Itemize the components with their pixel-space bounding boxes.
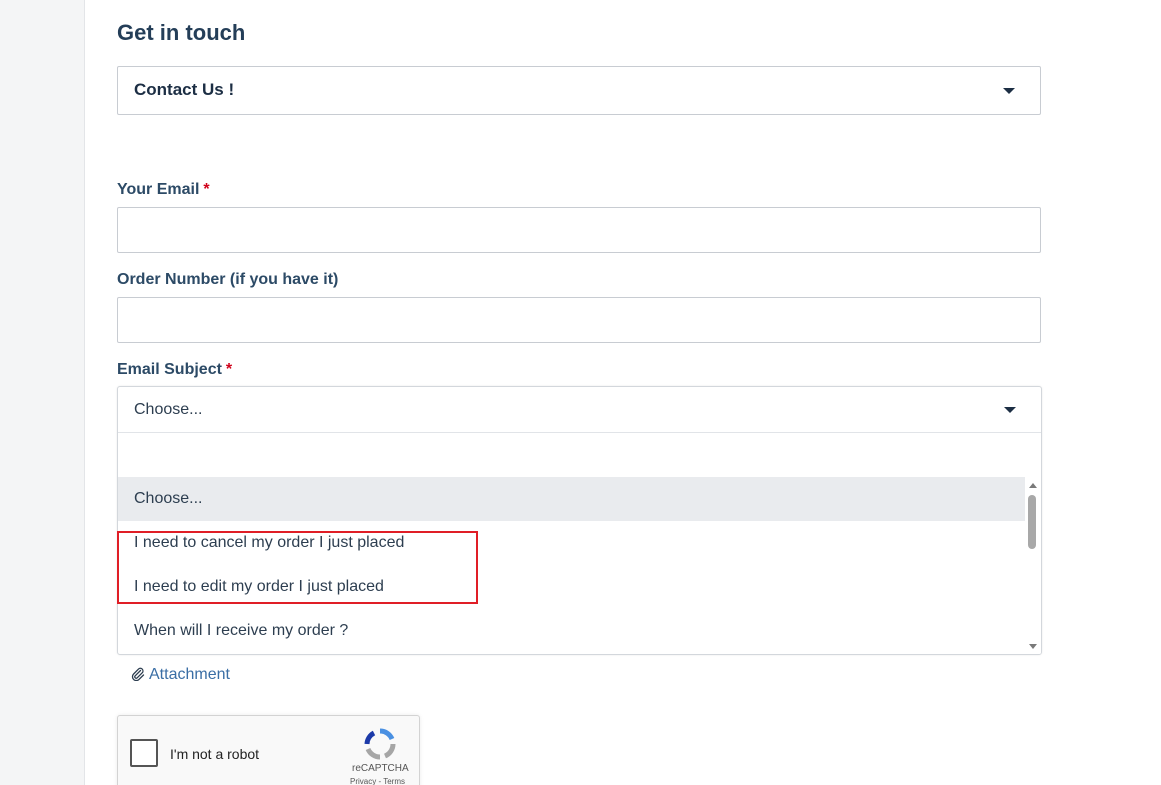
page-title: Get in touch xyxy=(117,20,246,45)
chevron-down-icon xyxy=(1003,88,1015,94)
subject-select[interactable]: Choose... xyxy=(118,387,1041,433)
required-mark: * xyxy=(203,181,210,198)
subject-label-text: Email Subject xyxy=(117,361,222,378)
left-sidebar xyxy=(0,0,85,785)
recaptcha-links: Privacy - Terms xyxy=(350,777,405,785)
scroll-up-arrow-icon[interactable] xyxy=(1029,483,1037,488)
recaptcha-label: I'm not a robot xyxy=(170,746,260,762)
recaptcha-widget: I'm not a robot reCAPTCHA Privacy - Term… xyxy=(117,715,420,785)
attachment-link[interactable]: Attachment xyxy=(131,666,230,686)
scroll-down-arrow-icon[interactable] xyxy=(1029,644,1037,649)
subject-selected-value: Choose... xyxy=(134,401,203,418)
order-number-field[interactable] xyxy=(117,297,1041,343)
required-mark: * xyxy=(225,361,233,378)
recaptcha-logo-icon xyxy=(364,728,396,765)
subject-option[interactable]: I need to cancel my order I just placed xyxy=(118,521,1026,565)
subject-option[interactable]: When will I receive my order ? xyxy=(118,609,1026,653)
contact-topic-value: Contact Us ! xyxy=(134,80,235,99)
recaptcha-brand: reCAPTCHA xyxy=(352,763,409,774)
email-field[interactable] xyxy=(117,207,1041,253)
contact-topic-select[interactable]: Contact Us ! xyxy=(117,66,1041,115)
dropdown-scrollbar[interactable] xyxy=(1025,477,1041,654)
attachment-label: Attachment xyxy=(149,666,230,683)
email-label: Your Email * xyxy=(117,181,210,199)
recaptcha-privacy-link[interactable]: Privacy xyxy=(350,777,376,785)
subject-dropdown[interactable]: Choose... Choose... I need to cancel my … xyxy=(117,386,1042,655)
subject-option[interactable]: Choose... xyxy=(118,477,1026,521)
chevron-down-icon xyxy=(1004,407,1016,413)
subject-label: Email Subject * xyxy=(117,361,232,379)
subject-option[interactable]: I need to edit my order I just placed xyxy=(118,565,1026,609)
email-label-text: Your Email xyxy=(117,181,200,198)
paperclip-icon xyxy=(131,667,145,686)
recaptcha-checkbox[interactable] xyxy=(130,739,158,767)
order-number-label: Order Number (if you have it) xyxy=(117,271,339,288)
subject-search-input[interactable] xyxy=(118,433,1041,477)
recaptcha-terms-link[interactable]: Terms xyxy=(383,777,405,785)
scrollbar-thumb[interactable] xyxy=(1028,495,1036,549)
recaptcha-link-separator: - xyxy=(378,777,382,785)
